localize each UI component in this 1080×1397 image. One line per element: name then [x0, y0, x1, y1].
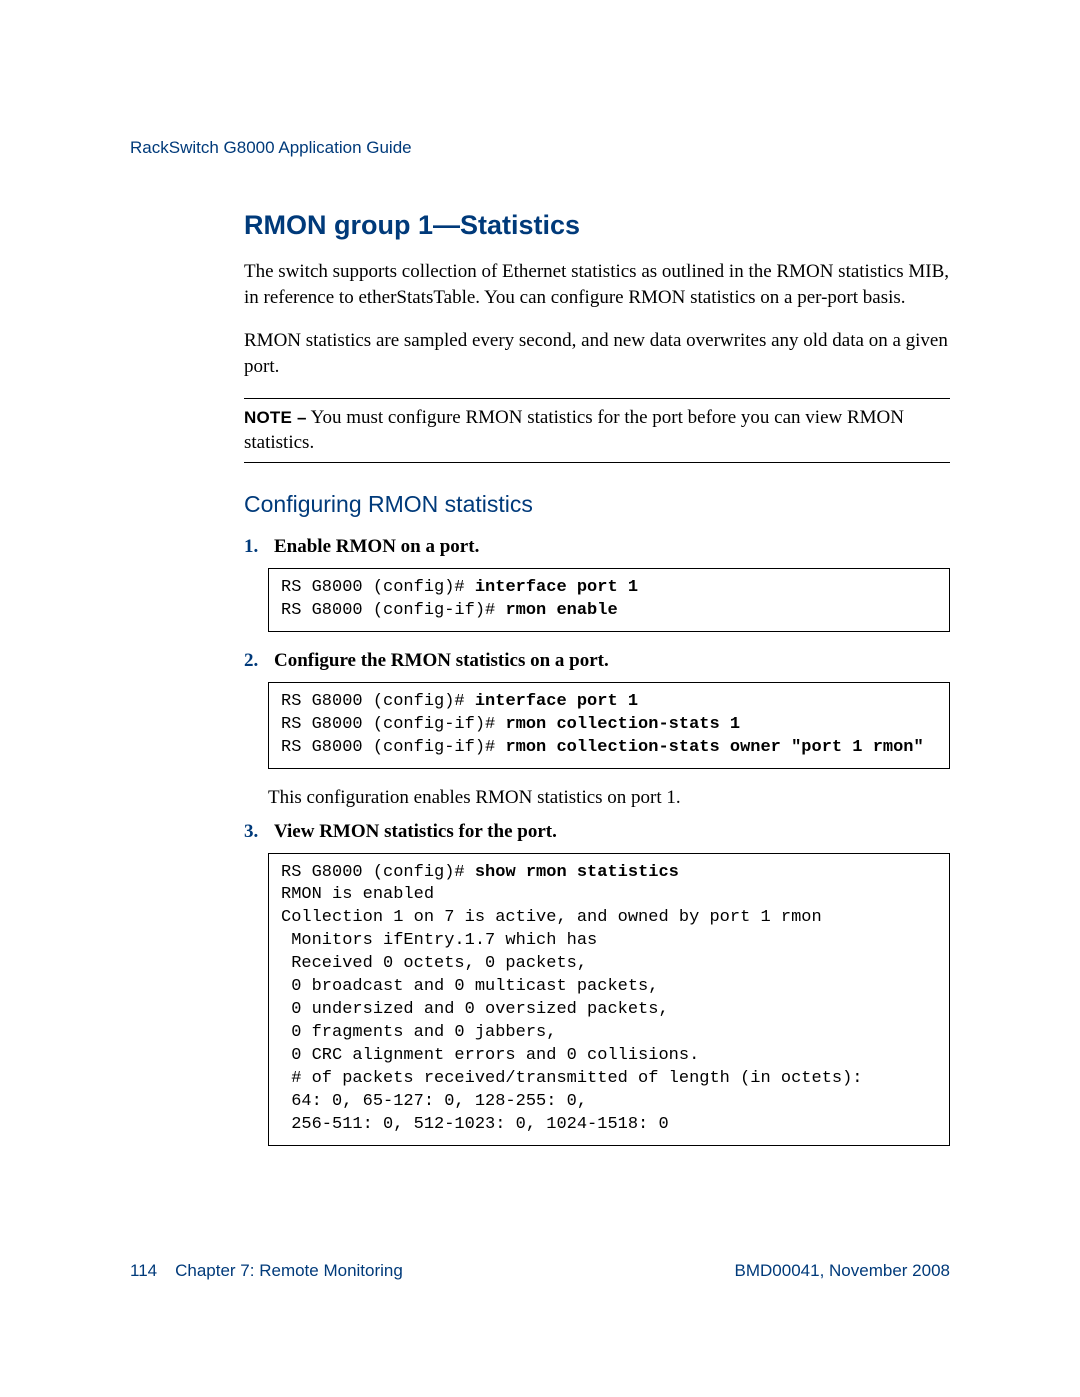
paragraph: The switch supports collection of Ethern…: [244, 259, 950, 310]
code-command: rmon enable: [505, 601, 617, 620]
code-command: interface port 1: [475, 578, 638, 597]
subsection-heading: Configuring RMON statistics: [244, 491, 950, 518]
step-number: 3.: [244, 821, 266, 843]
step-title: Enable RMON on a port.: [274, 536, 479, 558]
code-block-1: RS G8000 (config)# interface port 1 RS G…: [268, 568, 950, 632]
note: NOTE – You must configure RMON statistic…: [244, 405, 950, 456]
doc-id: BMD00041, November 2008: [735, 1261, 950, 1281]
code-block-3: RS G8000 (config)# show rmon statistics …: [268, 853, 950, 1146]
step-title: Configure the RMON statistics on a port.: [274, 650, 609, 672]
step-number: 1.: [244, 536, 266, 558]
section-heading: RMON group 1—Statistics: [244, 210, 950, 241]
code-output: RMON is enabled Collection 1 on 7 is act…: [281, 885, 863, 1133]
code-command: rmon collection-stats 1: [505, 715, 740, 734]
code-prompt: RS G8000 (config)#: [281, 863, 475, 882]
page-footer: 114 Chapter 7: Remote Monitoring BMD0004…: [130, 1261, 950, 1281]
body-content: RMON group 1—Statistics The switch suppo…: [130, 210, 950, 1146]
code-command: interface port 1: [475, 692, 638, 711]
code-prompt: RS G8000 (config-if)#: [281, 601, 505, 620]
step-3: 3. View RMON statistics for the port.: [244, 821, 950, 843]
step-number: 2.: [244, 650, 266, 672]
code-prompt: RS G8000 (config-if)#: [281, 715, 505, 734]
page: RackSwitch G8000 Application Guide RMON …: [0, 0, 1080, 1397]
code-prompt: RS G8000 (config-if)#: [281, 738, 505, 757]
note-rule-top: [244, 398, 950, 399]
note-text: You must configure RMON statistics for t…: [244, 407, 904, 454]
running-header: RackSwitch G8000 Application Guide: [130, 138, 950, 158]
code-command: rmon collection-stats owner "port 1 rmon…: [505, 738, 923, 757]
paragraph: This configuration enables RMON statisti…: [268, 787, 950, 809]
chapter-label: Chapter 7: Remote Monitoring: [175, 1261, 403, 1281]
step-title: View RMON statistics for the port.: [274, 821, 557, 843]
code-command: show rmon statistics: [475, 863, 679, 882]
code-block-2: RS G8000 (config)# interface port 1 RS G…: [268, 682, 950, 769]
note-rule-bottom: [244, 462, 950, 463]
code-prompt: RS G8000 (config)#: [281, 692, 475, 711]
step-2: 2. Configure the RMON statistics on a po…: [244, 650, 950, 672]
page-number: 114: [130, 1261, 157, 1281]
paragraph: RMON statistics are sampled every second…: [244, 328, 950, 379]
code-prompt: RS G8000 (config)#: [281, 578, 475, 597]
note-label: NOTE –: [244, 408, 307, 427]
step-1: 1. Enable RMON on a port.: [244, 536, 950, 558]
